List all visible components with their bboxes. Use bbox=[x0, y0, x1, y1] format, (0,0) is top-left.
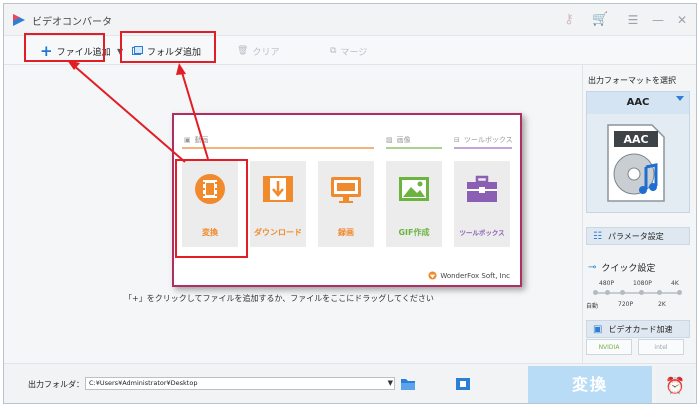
arrowhead-add-folder bbox=[176, 63, 186, 75]
annotation-arrows bbox=[67, 60, 209, 163]
arrow-to-add-folder bbox=[180, 68, 209, 160]
arrow-to-add-file bbox=[71, 63, 186, 163]
